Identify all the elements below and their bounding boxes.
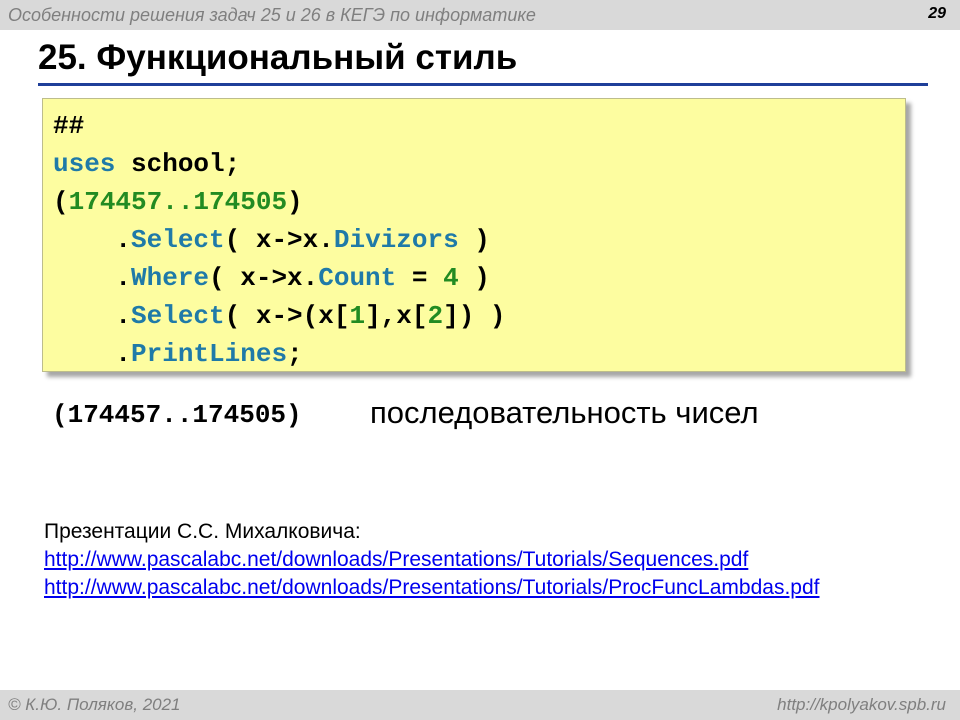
range-description: последовательность чисел — [370, 395, 759, 430]
code-line-1: ## — [53, 111, 85, 141]
code-block: ## uses school; (174457..174505) .Select… — [42, 98, 906, 372]
code-line-2: uses school; — [53, 149, 241, 179]
range-expression: (174457..174505) — [52, 400, 302, 430]
references-label: Презентации С.С. Михалковича: — [44, 520, 361, 543]
code-line-5: .Where( x->x.Count = 4 ) — [53, 263, 490, 293]
course-subject: Особенности решения задач 25 и 26 в КЕГЭ… — [8, 5, 536, 25]
page-number: 29 — [928, 5, 946, 22]
link-procfunclambdas-pdf[interactable]: http://www.pascalabc.net/downloads/Prese… — [44, 576, 819, 600]
header-bar: Особенности решения задач 25 и 26 в КЕГЭ… — [0, 0, 960, 30]
code-line-7: .PrintLines; — [53, 339, 303, 369]
code-line-6: .Select( x->(x[1],x[2]) ) — [53, 301, 506, 331]
footer-site: http://kpolyakov.spb.ru — [777, 695, 946, 714]
code-line-3: (174457..174505) — [53, 187, 303, 217]
footer-author: © К.Ю. Поляков, 2021 — [8, 695, 181, 714]
code-line-4: .Select( x->x.Divizors ) — [53, 225, 490, 255]
title-underline — [38, 83, 928, 86]
footer-bar: © К.Ю. Поляков, 2021 http://kpolyakov.sp… — [0, 690, 960, 720]
slide-title: 25. Функциональный стиль — [38, 38, 518, 77]
link-sequences-pdf[interactable]: http://www.pascalabc.net/downloads/Prese… — [44, 548, 748, 572]
